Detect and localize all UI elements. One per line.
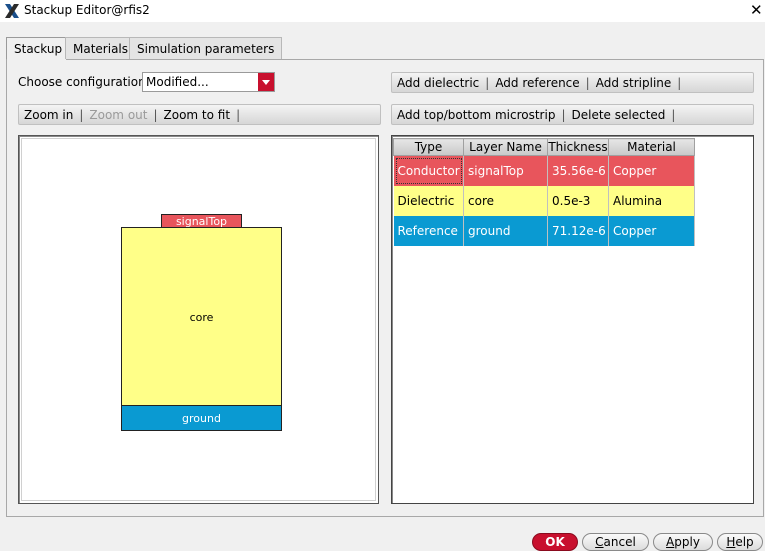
table-row[interactable]: Reference ground 71.12e-6 Copper xyxy=(393,215,695,246)
toolbar-separator: | xyxy=(485,75,490,90)
ok-button[interactable]: OK xyxy=(532,533,578,551)
column-header-type[interactable]: Type xyxy=(393,138,464,156)
toolbar-separator: | xyxy=(585,75,590,90)
cell-type[interactable]: Conductor xyxy=(393,155,464,186)
add-layer-toolbar: Add dielectric | Add reference | Add str… xyxy=(391,72,754,93)
cell-layer-name[interactable]: ground xyxy=(463,215,548,246)
toolbar-separator: | xyxy=(236,107,241,122)
add-stripline-button[interactable]: Add stripline xyxy=(596,76,672,90)
column-header-thickness[interactable]: Thickness xyxy=(547,138,609,156)
title-bar: Stackup Editor@rfis2 ✕ xyxy=(0,0,765,22)
layer-table-container: Type Layer Name Thickness Material Condu… xyxy=(391,135,754,504)
cell-layer-name[interactable]: signalTop xyxy=(463,155,548,186)
zoom-out-button[interactable]: Zoom out xyxy=(89,108,147,122)
tab-stackup[interactable]: Stackup xyxy=(6,37,71,60)
toolbar-separator: | xyxy=(677,75,682,90)
close-icon[interactable]: ✕ xyxy=(750,1,763,19)
add-dielectric-button[interactable]: Add dielectric xyxy=(397,76,479,90)
cell-layer-name[interactable]: core xyxy=(463,185,548,216)
cell-type[interactable]: Reference xyxy=(393,215,464,246)
toolbar-separator: | xyxy=(671,107,676,122)
add-reference-button[interactable]: Add reference xyxy=(495,76,579,90)
toolbar-separator: | xyxy=(153,107,158,122)
toolbar-separator: | xyxy=(79,107,84,122)
apply-button[interactable]: Apply xyxy=(653,533,713,551)
table-row[interactable]: Dielectric core 0.5e-3 Alumina xyxy=(393,185,695,216)
zoom-to-fit-button[interactable]: Zoom to fit xyxy=(164,108,231,122)
delete-selected-button[interactable]: Delete selected xyxy=(572,108,666,122)
add-microstrip-button[interactable]: Add top/bottom microstrip xyxy=(397,108,555,122)
cancel-button[interactable]: Cancel xyxy=(582,533,649,551)
table-header-row: Type Layer Name Thickness Material xyxy=(393,138,695,156)
table-row[interactable]: Conductor signalTop 35.56e-6 Copper xyxy=(393,155,695,186)
help-button[interactable]: Help xyxy=(717,533,763,551)
cell-thickness[interactable]: 71.12e-6 xyxy=(547,215,609,246)
layer-table: Type Layer Name Thickness Material Condu… xyxy=(393,138,695,246)
column-header-layer-name[interactable]: Layer Name xyxy=(463,138,548,156)
edit-layer-toolbar: Add top/bottom microstrip | Delete selec… xyxy=(391,104,754,125)
x-logo-icon xyxy=(5,4,19,18)
stackup-canvas[interactable]: signalTop core ground xyxy=(18,135,379,504)
configuration-label: Choose configuration xyxy=(18,75,146,89)
window-title: Stackup Editor@rfis2 xyxy=(24,3,150,17)
diagram-layer-ground[interactable]: ground xyxy=(121,405,282,431)
cell-material[interactable]: Copper xyxy=(608,215,695,246)
diagram-layer-core[interactable]: core xyxy=(121,227,282,407)
column-header-material[interactable]: Material xyxy=(608,138,695,156)
chevron-down-icon[interactable] xyxy=(258,73,274,91)
cell-thickness[interactable]: 35.56e-6 xyxy=(547,155,609,186)
configuration-value: Modified... xyxy=(146,75,209,89)
configuration-select[interactable]: Modified... xyxy=(142,72,275,92)
cell-type[interactable]: Dielectric xyxy=(393,185,464,216)
zoom-in-button[interactable]: Zoom in xyxy=(24,108,73,122)
tab-materials[interactable]: Materials xyxy=(65,37,137,59)
tab-simulation-parameters[interactable]: Simulation parameters xyxy=(129,37,283,59)
cell-material[interactable]: Alumina xyxy=(608,185,695,216)
cell-material[interactable]: Copper xyxy=(608,155,695,186)
toolbar-separator: | xyxy=(561,107,566,122)
zoom-toolbar: Zoom in | Zoom out | Zoom to fit | xyxy=(18,104,381,125)
cell-thickness[interactable]: 0.5e-3 xyxy=(547,185,609,216)
